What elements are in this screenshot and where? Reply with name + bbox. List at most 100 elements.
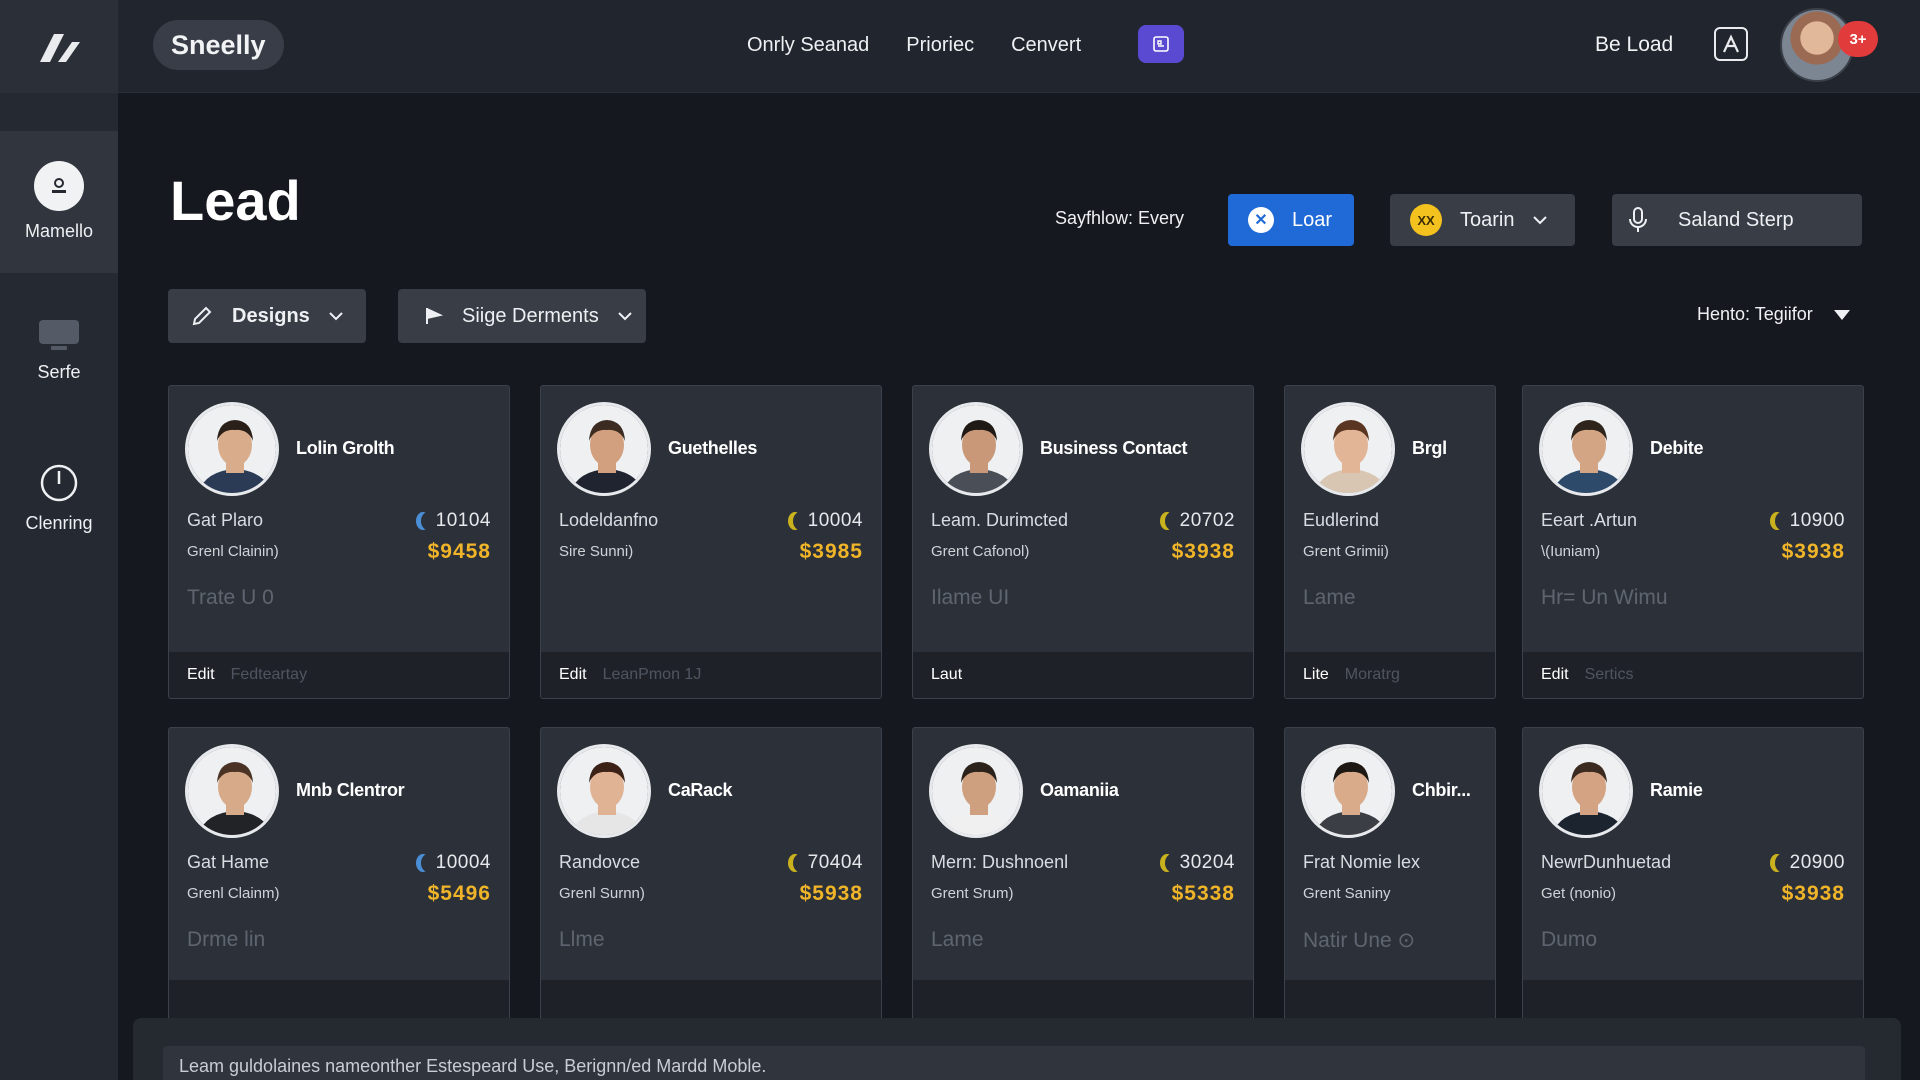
lead-score-value: 20702 xyxy=(1179,510,1235,531)
grid-icon xyxy=(1153,36,1169,52)
monitor-icon xyxy=(39,320,79,350)
contact-role: Frat Nomie lex xyxy=(1303,852,1421,872)
brand-name[interactable]: Sneelly xyxy=(153,20,284,70)
lead-score: 20900 xyxy=(1770,852,1845,874)
card-footer-note: Sertics xyxy=(1584,666,1634,683)
sidebar-item-clenring[interactable]: Clenring xyxy=(0,463,118,563)
contact-avatar[interactable] xyxy=(929,402,1023,496)
contact-role: Randovce xyxy=(559,852,641,872)
contact-avatar[interactable] xyxy=(557,744,651,838)
lead-card[interactable]: Mnb Clentror Gat Hame Grenl Clainm) 10004 $… xyxy=(168,727,510,1027)
contact-name[interactable]: Oamaniia xyxy=(1040,780,1119,801)
be-load-link[interactable]: Be Load xyxy=(1595,28,1673,62)
contact-name[interactable]: Debite xyxy=(1650,438,1704,459)
lead-card[interactable]: Business Contact Leam. Durimcted Grent Caf… xyxy=(912,385,1254,699)
lead-score-value: 30204 xyxy=(1179,852,1235,873)
contact-subtitle: Grent Grimii) xyxy=(1303,543,1389,560)
contact-subtitle: \(Iuniam) xyxy=(1541,543,1601,560)
contact-name[interactable]: Ramie xyxy=(1650,780,1703,801)
faded-field-text: Lame xyxy=(1303,586,1356,609)
clock-icon xyxy=(40,464,78,502)
contact-name[interactable]: Brgl xyxy=(1412,438,1447,459)
faded-field-text: Llme xyxy=(559,928,605,951)
contact-name[interactable]: Lolin Grolth xyxy=(296,438,395,459)
saland-sterp-button[interactable]: Saland Sterp xyxy=(1612,194,1862,246)
contact-name[interactable]: Guethelles xyxy=(668,438,757,459)
toarin-dropdown[interactable]: XX Toarin xyxy=(1390,194,1575,246)
contact-avatar[interactable] xyxy=(1539,402,1633,496)
lead-card[interactable]: CaRack Randovce Grenl Surnn) 70404 $5938 Llm… xyxy=(540,727,882,1027)
contact-avatar[interactable] xyxy=(557,402,651,496)
card-action-link[interactable]: Edit xyxy=(187,666,215,684)
lead-card[interactable]: Oamaniia Mern: Dushnoenl Grent Srum) 30204… xyxy=(912,727,1254,1027)
lead-score: 10004 xyxy=(788,510,863,532)
lead-score: 30204 xyxy=(1160,852,1235,874)
lead-score: 20702 xyxy=(1160,510,1235,532)
topnav-item-2[interactable]: Prioriec xyxy=(906,28,974,62)
lead-card[interactable]: Debite Eeart .Artun \(Iuniam) 10900 $3938 Hr… xyxy=(1522,385,1864,699)
card-footer: Edit LeanPmon 1J xyxy=(541,652,881,698)
card-action-link[interactable]: Edit xyxy=(559,666,587,684)
faded-field-text: Drme lin xyxy=(187,928,266,951)
sort-dropdown[interactable]: Hento: Tegiifor xyxy=(1697,304,1851,325)
crescent-icon xyxy=(421,854,435,872)
contact-name[interactable]: CaRack xyxy=(668,780,733,801)
card-action-link[interactable]: Lite xyxy=(1303,666,1329,684)
sidebar-item-serfe[interactable]: Serfe xyxy=(0,318,118,418)
contact-subtitle: Grenl Clainin) xyxy=(187,543,279,560)
sidebar: Mamello Serfe Clenring xyxy=(0,93,118,1080)
faded-field-text: Lame xyxy=(931,928,984,951)
lead-value: $5496 xyxy=(427,882,491,905)
app-logo[interactable] xyxy=(0,0,118,93)
lead-value: $5338 xyxy=(1171,882,1235,905)
flow-label: Sayfhlow: Every xyxy=(1055,208,1185,228)
card-action-link[interactable]: Edit xyxy=(1541,666,1569,684)
faded-field-text: Dumo xyxy=(1541,928,1598,951)
a-box-button[interactable] xyxy=(1714,27,1748,61)
crescent-icon xyxy=(1775,854,1789,872)
lead-score: 10004 xyxy=(416,852,491,874)
contact-name[interactable]: Mnb Clentror xyxy=(296,780,405,801)
loar-button[interactable]: ✕ Loar xyxy=(1228,194,1354,246)
contact-avatar[interactable] xyxy=(185,402,279,496)
lead-value: $3938 xyxy=(1781,882,1845,905)
lead-score-value: 10004 xyxy=(435,852,491,873)
guidelines-bar[interactable]: Leam guldolaines nameonther Estespeard U… xyxy=(163,1046,1865,1080)
lead-value: $3985 xyxy=(799,540,863,563)
contact-avatar[interactable] xyxy=(1539,744,1633,838)
lead-card[interactable]: Lolin Grolth Gat Plaro Grenl Clainin) 1010… xyxy=(168,385,510,699)
topnav-item-3[interactable]: Cenvert xyxy=(1011,28,1081,62)
notification-badge[interactable]: 3+ xyxy=(1838,21,1878,57)
lead-value: $5938 xyxy=(799,882,863,905)
card-footer-note: Fedteartay xyxy=(230,666,308,683)
lead-card[interactable]: Guethelles Lodeldanfno Sire Sunni) 10004 $3… xyxy=(540,385,882,699)
lead-card[interactable]: Ramie NewrDunhuetad Get (nonio) 20900 $3938… xyxy=(1522,727,1864,1027)
contact-avatar[interactable] xyxy=(1301,402,1395,496)
contact-avatar[interactable] xyxy=(185,744,279,838)
sort-label-text: Hento: Tegiifor xyxy=(1697,304,1813,324)
contact-role: Mern: Dushnoenl xyxy=(931,852,1069,872)
contact-avatar[interactable] xyxy=(929,744,1023,838)
crescent-icon xyxy=(1165,854,1179,872)
lead-card[interactable]: Chbir... Frat Nomie lex Grent Saniny Natir … xyxy=(1284,727,1496,1027)
lead-value: $3938 xyxy=(1781,540,1845,563)
crescent-icon xyxy=(793,512,807,530)
sidebar-item-mamello[interactable]: Mamello xyxy=(0,131,118,273)
lead-score-value: 10004 xyxy=(807,510,863,531)
topnav-item-1[interactable]: Onrly Seanad xyxy=(747,28,869,62)
contact-name[interactable]: Business Contact xyxy=(1040,438,1188,459)
siege-derments-dropdown[interactable]: Siige Derments xyxy=(398,289,646,343)
contact-name[interactable]: Chbir... xyxy=(1412,780,1471,801)
contact-avatar[interactable] xyxy=(1301,744,1395,838)
card-footer-note: LeanPmon 1J xyxy=(602,666,702,683)
crescent-icon xyxy=(1165,512,1179,530)
card-action-link[interactable]: Laut xyxy=(931,666,962,684)
grid-action-button[interactable] xyxy=(1138,25,1184,63)
lead-card[interactable]: Brgl Eudlerind Grent Grimii) Lame Lite Moratr… xyxy=(1284,385,1496,699)
siege-label: Siige Derments xyxy=(462,304,599,327)
chevron-down-icon xyxy=(1533,216,1548,225)
designs-dropdown[interactable]: Designs xyxy=(168,289,366,343)
contact-role: Leam. Durimcted xyxy=(931,510,1069,530)
pencil-icon xyxy=(192,306,212,326)
contact-role: Gat Hame xyxy=(187,852,270,872)
